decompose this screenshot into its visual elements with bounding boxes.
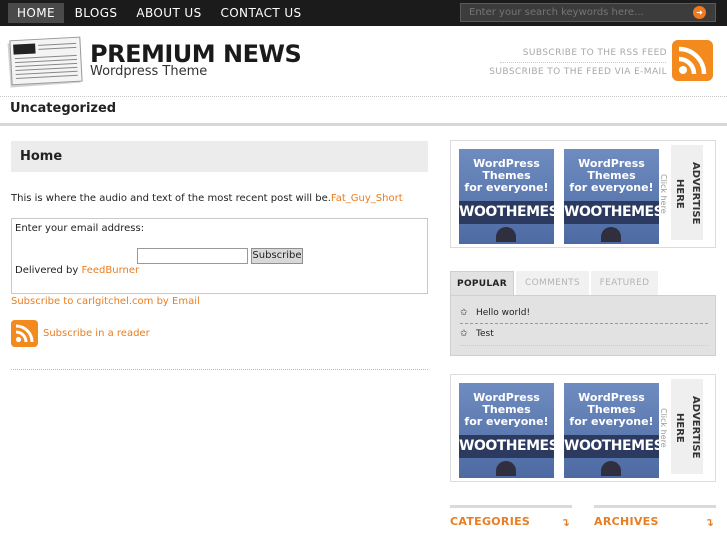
search-input[interactable]: [461, 4, 691, 21]
ad-brand: WOOTHEMES: [459, 201, 559, 224]
ad-line: for everyone!: [464, 415, 549, 428]
ninja-icon: [601, 227, 621, 242]
page-title: Home: [20, 149, 63, 164]
woothemes-ad[interactable]: WordPress Themes for everyone! WOOTHEMES: [564, 383, 664, 478]
ad-brand: WOOTHEMES: [564, 435, 664, 458]
tab-divider: [460, 323, 708, 324]
rss-feed-link[interactable]: SUBSCRIBE TO THE RSS FEED: [523, 48, 667, 58]
ad-brand: WOOTHEMES: [564, 201, 664, 224]
list-item[interactable]: ✩ Hello world!: [460, 308, 530, 318]
nav-about-us[interactable]: ABOUT US: [132, 3, 206, 23]
tab-popular[interactable]: POPULAR: [450, 271, 514, 295]
ad-text: WordPress Themes for everyone!: [564, 392, 659, 428]
ninja-icon: [601, 461, 621, 476]
advertise-text: ADVERTISE HERE: [674, 396, 701, 459]
category-divider: [0, 123, 727, 126]
arrow-down-icon: ↴: [704, 516, 714, 529]
ad-line: for everyone!: [569, 181, 654, 194]
woothemes-ad[interactable]: WordPress Themes for everyone! WOOTHEMES: [459, 383, 559, 478]
rss-divider: [500, 62, 666, 63]
tab-panel: ✩ Hello world! ✩ Test: [450, 295, 716, 356]
category-breadcrumb[interactable]: Uncategorized: [10, 101, 116, 116]
header-divider: [0, 96, 727, 97]
advertise-here-slot[interactable]: ADVERTISE HERE Click here: [659, 145, 703, 240]
top-nav-bar: HOME BLOGS ABOUT US CONTACT US ➜: [0, 0, 727, 26]
ad-text: WordPress Themes for everyone!: [459, 392, 554, 428]
ad-text: WordPress Themes for everyone!: [564, 158, 659, 194]
ad-line: for everyone!: [464, 181, 549, 194]
star-icon: ✩: [460, 329, 468, 339]
intro-text: This is where the audio and text of the …: [11, 193, 403, 204]
intro-sentence: This is where the audio and text of the …: [11, 193, 331, 204]
tab-comments[interactable]: COMMENTS: [516, 271, 589, 295]
newspaper-logo-icon[interactable]: [7, 35, 83, 88]
subscribe-reader-link[interactable]: Subscribe in a reader: [43, 328, 150, 339]
woothemes-ad[interactable]: WordPress Themes for everyone! WOOTHEMES: [564, 149, 664, 244]
rss-email-link[interactable]: SUBSCRIBE TO THE FEED VIA E-MAIL: [489, 67, 667, 77]
reader-rss-icon[interactable]: [11, 320, 38, 347]
ad-block-bottom: WordPress Themes for everyone! WOOTHEMES…: [450, 374, 716, 482]
advertise-label: ADVERTISE HERE Click here: [659, 379, 703, 474]
list-item[interactable]: ✩ Test: [460, 329, 494, 339]
main-divider: [11, 369, 428, 370]
star-icon: ✩: [460, 308, 468, 318]
popular-item-title[interactable]: Test: [476, 329, 494, 339]
categories-widget-title[interactable]: CATEGORIES ↴: [450, 505, 572, 535]
rss-feed-icon[interactable]: [672, 40, 713, 81]
nav-contact-us[interactable]: CONTACT US: [216, 3, 306, 23]
advertise-here-slot[interactable]: ADVERTISE HERE Click here: [659, 379, 703, 474]
search-box: ➜: [460, 3, 716, 22]
archives-widget-title[interactable]: ARCHIVES ↴: [594, 505, 716, 535]
tab-featured[interactable]: FEATURED: [591, 271, 658, 295]
ad-brand: WOOTHEMES: [459, 435, 559, 458]
intro-audio-link[interactable]: Fat_Guy_Short: [331, 193, 403, 204]
nav-home[interactable]: HOME: [8, 3, 64, 23]
subscribe-email-link[interactable]: Subscribe to carlgitchel.com by Email: [11, 296, 200, 307]
email-signup-box: Enter your email address: Subscribe Deli…: [11, 218, 428, 294]
subscribe-button[interactable]: Subscribe: [251, 248, 303, 264]
arrow-down-icon: ↴: [560, 516, 570, 529]
categories-label: CATEGORIES: [450, 515, 531, 528]
search-go-icon[interactable]: ➜: [693, 6, 706, 19]
woothemes-ad[interactable]: WordPress Themes for everyone! WOOTHEMES: [459, 149, 559, 244]
delivered-by: Delivered by FeedBurner: [15, 265, 139, 276]
ad-line: for everyone!: [569, 415, 654, 428]
email-label: Enter your email address:: [15, 223, 145, 234]
click-here-text: Click here: [659, 173, 668, 214]
feedburner-link[interactable]: FeedBurner: [82, 265, 140, 276]
ad-text: WordPress Themes for everyone!: [459, 158, 554, 194]
tab-divider: [460, 345, 708, 346]
email-field[interactable]: [137, 248, 248, 264]
advertise-label: ADVERTISE HERE Click here: [659, 145, 703, 240]
popular-item-title[interactable]: Hello world!: [476, 308, 530, 318]
page-title-box: Home: [11, 141, 428, 172]
ninja-icon: [496, 461, 516, 476]
delivered-by-label: Delivered by: [15, 265, 79, 276]
ad-block-top: WordPress Themes for everyone! WOOTHEMES…: [450, 140, 716, 248]
nav-blogs[interactable]: BLOGS: [70, 3, 122, 23]
tabs-widget: POPULAR COMMENTS FEATURED ✩ Hello world! …: [450, 271, 716, 356]
click-here-text: Click here: [659, 407, 668, 448]
archives-label: ARCHIVES: [594, 515, 659, 528]
advertise-text: ADVERTISE HERE: [674, 162, 701, 225]
logo-subtitle: Wordpress Theme: [90, 64, 208, 79]
ninja-icon: [496, 227, 516, 242]
